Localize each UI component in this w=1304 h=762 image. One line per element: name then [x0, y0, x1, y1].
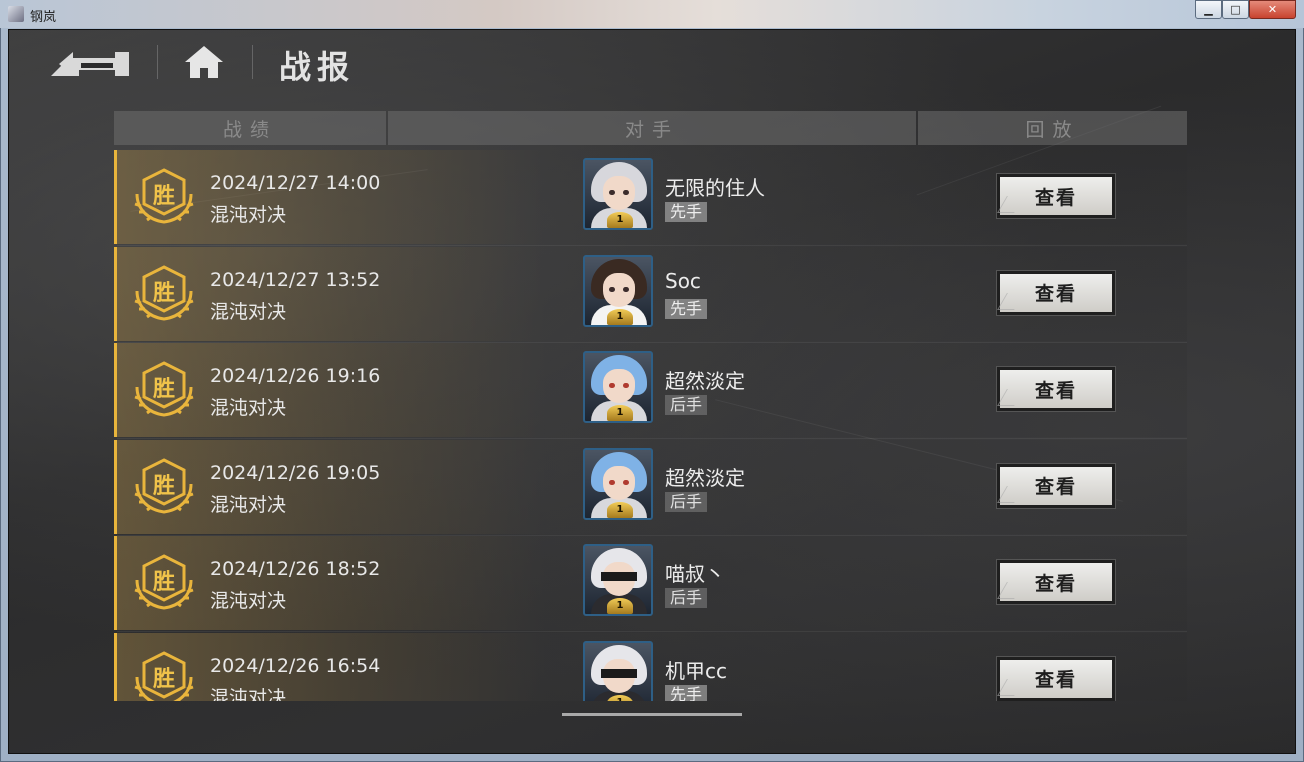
view-replay-button[interactable]: 查看	[997, 174, 1115, 218]
laurel-emblem-icon: 胜	[129, 263, 199, 323]
opponent-avatar[interactable]: 1	[583, 544, 653, 617]
turn-order-tag: 先手	[665, 684, 708, 701]
turn-order-tag: 先手	[665, 202, 708, 222]
battle-report-table: 战绩 对手 回放 胜 2024/12/27 14:00 混沌对决 1 无限的住人…	[114, 111, 1187, 701]
view-replay-button[interactable]: 查看	[997, 367, 1115, 412]
back-arrow-icon[interactable]	[49, 44, 133, 78]
opponent-name: 喵叔丶	[665, 562, 725, 587]
view-replay-button[interactable]: 查看	[997, 270, 1115, 315]
nav-divider	[157, 45, 158, 79]
avatar-eye	[609, 190, 615, 195]
table-row: 胜 2024/12/26 16:54 混沌对决 1 机甲cc 先手 查看	[114, 632, 1187, 701]
laurel-emblem-icon: 胜	[129, 166, 199, 226]
avatar-face	[603, 465, 635, 500]
view-replay-button[interactable]: 查看	[997, 560, 1115, 605]
win-label: 胜	[152, 473, 175, 499]
window-title: 钢岚	[30, 10, 57, 25]
app-icon	[8, 6, 24, 22]
avatar-face	[603, 176, 635, 210]
avatar-face	[603, 272, 635, 307]
rank-badge-icon: 1	[607, 212, 633, 228]
opponent-name: 机甲cc	[665, 658, 727, 683]
match-mode: 混沌对决	[210, 493, 287, 516]
match-date: 2024/12/26 16:54	[210, 654, 381, 677]
win-label: 胜	[152, 570, 175, 596]
game-viewport: 战报 战绩 对手 回放 胜 2024/12/27 14:00 混沌对决 1 无限…	[8, 29, 1296, 754]
match-mode: 混沌对决	[210, 300, 287, 323]
home-icon[interactable]	[183, 44, 225, 80]
avatar-eye	[609, 479, 615, 485]
view-replay-button[interactable]: 查看	[997, 656, 1115, 701]
win-label: 胜	[152, 377, 175, 403]
title-bar: 钢岚 ▁ □ ✕	[0, 0, 1304, 28]
opponent-name: 无限的住人	[665, 176, 765, 200]
close-button[interactable]: ✕	[1249, 0, 1296, 19]
table-row: 胜 2024/12/27 14:00 混沌对决 1 无限的住人 先手 查看	[114, 150, 1187, 246]
opponent-name: 超然淡定	[665, 369, 745, 394]
opponent-avatar[interactable]: 1	[583, 447, 653, 520]
win-label: 胜	[152, 666, 175, 692]
match-mode: 混沌对决	[210, 686, 287, 701]
window-controls: ▁ □ ✕	[1195, 0, 1296, 20]
win-label: 胜	[152, 184, 175, 209]
match-date: 2024/12/26 19:16	[210, 365, 381, 388]
header-opponent: 对手	[388, 111, 916, 145]
match-mode: 混沌对决	[210, 590, 287, 613]
page-title: 战报	[279, 48, 356, 86]
opponent-avatar[interactable]: 1	[583, 640, 653, 701]
avatar-blindfold	[601, 572, 637, 582]
view-replay-button[interactable]: 查看	[997, 463, 1115, 508]
table-row: 胜 2024/12/26 19:16 混沌对决 1 超然淡定 后手 查看	[114, 343, 1187, 440]
table-row: 胜 2024/12/26 18:52 混沌对决 1 喵叔丶 后手 查看	[114, 536, 1187, 633]
turn-order-tag: 后手	[665, 395, 708, 416]
turn-order-tag: 先手	[665, 298, 708, 319]
match-date: 2024/12/27 13:52	[210, 268, 381, 291]
avatar-eye	[623, 286, 629, 292]
match-mode: 混沌对决	[210, 204, 287, 226]
turn-order-tag: 后手	[665, 588, 708, 609]
win-label: 胜	[152, 280, 175, 306]
rank-badge-icon: 1	[607, 405, 633, 422]
nav-divider	[252, 45, 253, 79]
laurel-emblem-icon: 胜	[129, 649, 199, 701]
match-date: 2024/12/26 19:05	[210, 461, 381, 484]
maximize-button[interactable]: □	[1222, 0, 1249, 19]
rank-badge-icon: 1	[607, 501, 633, 518]
opponent-name: 超然淡定	[665, 465, 745, 490]
match-date: 2024/12/26 18:52	[210, 558, 381, 581]
turn-order-tag: 后手	[665, 491, 708, 512]
laurel-emblem-icon: 胜	[129, 359, 199, 419]
rank-badge-icon: 1	[607, 598, 633, 615]
opponent-avatar[interactable]: 1	[583, 254, 653, 327]
opponent-avatar[interactable]: 1	[583, 158, 653, 230]
table-body: 胜 2024/12/27 14:00 混沌对决 1 无限的住人 先手 查看 胜 …	[114, 150, 1187, 701]
avatar-eye	[623, 190, 629, 195]
rank-badge-icon: 1	[607, 308, 633, 325]
opponent-name: Soc	[665, 268, 701, 293]
minimize-button[interactable]: ▁	[1195, 0, 1222, 19]
match-mode: 混沌对决	[210, 397, 287, 420]
avatar-face	[603, 369, 635, 404]
table-header: 战绩 对手 回放	[114, 111, 1187, 145]
avatar-blindfold	[601, 668, 637, 678]
header-replay: 回放	[918, 111, 1187, 145]
avatar-eye	[609, 286, 615, 292]
match-date: 2024/12/27 14:00	[210, 172, 381, 194]
laurel-emblem-icon: 胜	[129, 456, 199, 516]
opponent-avatar[interactable]: 1	[583, 351, 653, 424]
header-record: 战绩	[114, 111, 386, 145]
table-row: 胜 2024/12/26 19:05 混沌对决 1 超然淡定 后手 查看	[114, 439, 1187, 536]
avatar-eye	[623, 479, 629, 485]
table-row: 胜 2024/12/27 13:52 混沌对决 1 Soc 先手 查看	[114, 246, 1187, 343]
scroll-indicator[interactable]	[562, 713, 742, 716]
laurel-emblem-icon: 胜	[129, 552, 199, 612]
